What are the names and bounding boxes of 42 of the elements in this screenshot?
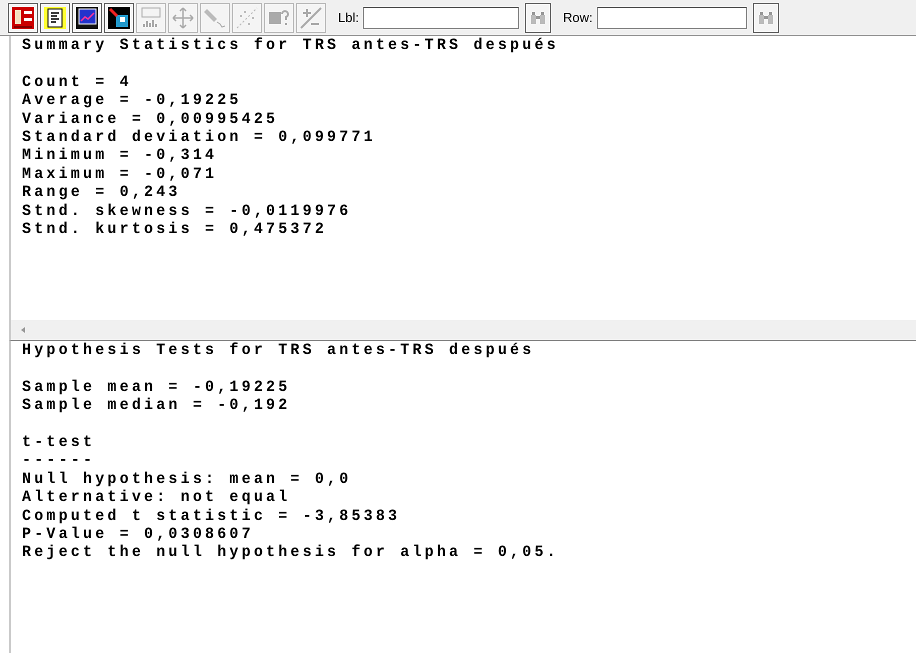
- output-line: Hypothesis Tests for TRS antes-TRS después: [22, 342, 536, 361]
- output-line: Stnd. kurtosis = 0,475372: [22, 220, 328, 240]
- output-line: Minimum = -0,314: [22, 146, 218, 166]
- output-line: P-Value = 0,0308607: [22, 526, 255, 544]
- output-line: Sample median = -0,192: [22, 396, 292, 416]
- binoculars-icon: [530, 10, 546, 26]
- toolbar-button[interactable]: [104, 2, 134, 32]
- find-button[interactable]: [524, 2, 551, 32]
- output-line: Standard deviation = 0,099771: [22, 128, 377, 148]
- save-icon: [107, 6, 131, 30]
- output-line: Sample mean = -0,19225: [22, 378, 292, 398]
- output-line: Reject the null hypothesis for alpha = 0,05.: [22, 544, 560, 564]
- toolbar-button[interactable]: [8, 2, 38, 32]
- table-icon: [11, 6, 35, 30]
- output-line: Stnd. skewness = -0,0119976: [22, 202, 352, 222]
- labels-icon: [139, 6, 163, 30]
- output-line: t-test: [22, 434, 96, 453]
- horizontal-scrollbar[interactable]: [9, 320, 916, 340]
- field-label: Lbl:: [338, 10, 359, 25]
- text-icon: [43, 6, 67, 30]
- output-line: Variance = 0,00995425: [22, 110, 280, 130]
- find-button[interactable]: [752, 2, 779, 32]
- output-line: Alternative: not equal: [22, 488, 292, 508]
- output-line: Count = 4: [22, 73, 133, 93]
- output-line: Maximum = -0,071: [22, 165, 218, 185]
- output-line: Computed t statistic = -3,85383: [22, 507, 402, 526]
- label-input-field[interactable]: [362, 6, 519, 28]
- output-line: Range = 0,243: [22, 184, 182, 204]
- move-icon: [171, 6, 195, 30]
- scroll-left-icon: [19, 325, 27, 335]
- binoculars-icon: [758, 10, 774, 26]
- plusminus-icon: [299, 6, 323, 30]
- output-line: Null hypothesis: mean = 0,0: [22, 470, 352, 490]
- graph-icon: [75, 6, 99, 30]
- output-line: Summary Statistics for TRS antes-TRS después: [22, 36, 560, 56]
- scatter-icon: [235, 6, 259, 30]
- output-line: Average = -0,19225: [22, 92, 243, 112]
- toolbar-button[interactable]: [72, 2, 102, 32]
- output-line: ------: [22, 452, 96, 472]
- field-label: Row:: [562, 10, 593, 25]
- toolbar-button[interactable]: [40, 2, 70, 32]
- row-input-field[interactable]: [596, 6, 747, 28]
